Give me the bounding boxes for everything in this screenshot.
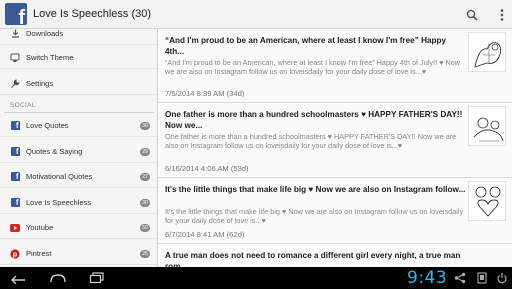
navigation-drawer: Downloads Switch Theme Settings SOCIAL f…: [0, 29, 158, 267]
post-item[interactable]: It's the little things that make life bi…: [158, 178, 512, 244]
home-icon[interactable]: [49, 271, 67, 289]
back-icon[interactable]: [10, 271, 26, 289]
facebook-icon: f: [10, 172, 20, 182]
post-item[interactable]: A true man does not need to romance a di…: [158, 244, 512, 267]
recent-apps-icon[interactable]: [89, 271, 105, 289]
search-icon[interactable]: [466, 9, 478, 21]
section-divider: [4, 112, 154, 113]
power-icon: [496, 271, 508, 289]
post-title: A true man does not need to romance a di…: [165, 251, 461, 267]
post-item[interactable]: One father is more than a hundred school…: [158, 103, 512, 178]
drawer-item-motivational-quotes[interactable]: f Motivational Quotes 27: [0, 166, 157, 188]
status-clock: 9:43: [407, 268, 448, 288]
logo-letter: f: [18, 7, 25, 25]
app-screen: f Love Is Speechless (30) Downloads Swit…: [0, 0, 512, 289]
count-badge: 30: [140, 122, 150, 130]
download-icon: [10, 29, 20, 39]
drawer-item-pintrest[interactable]: p Pintrest 25: [0, 243, 157, 265]
post-date: 6/7/2014 8:41 AM (62d): [165, 230, 245, 239]
drawer-item-love-is-speechless[interactable]: f Love Is Speechless 30: [0, 192, 157, 214]
drawer-item-quotes-saying[interactable]: f Quotes & Saying 29: [0, 141, 157, 163]
drawer-item-settings[interactable]: Settings: [0, 73, 157, 95]
post-item[interactable]: “And I'm proud to be an American, where …: [158, 29, 512, 103]
post-date: 7/5/2014 8:39 AM (34d): [165, 89, 245, 98]
drawer-item-love-quotes[interactable]: f Love Quotes 30: [0, 115, 157, 137]
drawer-item-label: Love Quotes: [26, 121, 69, 130]
facebook-icon: f: [10, 121, 20, 131]
app-title: Love Is Speechless (30): [33, 8, 152, 20]
youtube-icon: [10, 223, 20, 233]
count-badge: 50: [140, 224, 150, 232]
pinterest-icon: p: [10, 248, 20, 259]
facebook-icon: f: [10, 147, 20, 157]
action-bar: f Love Is Speechless (30): [0, 0, 512, 29]
facebook-logo-icon[interactable]: f: [5, 3, 27, 25]
drawer-item-label: Switch Theme: [26, 53, 74, 62]
drawer-item-label: Love Is Speechless: [26, 198, 92, 207]
post-title: “And I'm proud to be an American, where …: [165, 36, 447, 56]
posts-list: “And I'm proud to be an American, where …: [158, 29, 512, 267]
post-thumbnail-image[interactable]: [468, 32, 506, 72]
drawer-item-label: Quotes & Saying: [26, 147, 83, 156]
drawer-item-label: Pintrest: [26, 249, 52, 258]
post-title: One father is more than a hundred school…: [165, 110, 463, 130]
drawer-item-youtube[interactable]: Youtube 50: [0, 217, 157, 239]
count-badge: 25: [140, 250, 150, 258]
post-title: It's the little things that make life bi…: [165, 185, 466, 194]
drawer-item-switch-theme[interactable]: Switch Theme: [0, 47, 157, 69]
drawer-item-label: Youtube: [26, 223, 54, 232]
post-body: One father is more than a hundred school…: [165, 132, 457, 151]
share-icon: [454, 271, 466, 289]
drawer-item-downloads[interactable]: Downloads: [0, 29, 157, 45]
post-date: 6/16/2014 4:06 AM (53d): [165, 164, 249, 173]
post-thumbnail-image[interactable]: [468, 106, 506, 146]
svg-text:p: p: [13, 251, 17, 258]
screen-rotation-icon: [476, 271, 488, 289]
post-body: “And I'm proud to be an American, where …: [165, 58, 461, 77]
theme-icon: [10, 53, 20, 63]
drawer-item-label: Downloads: [26, 29, 64, 38]
wrench-icon: [10, 78, 20, 89]
social-section-header: SOCIAL: [10, 102, 36, 109]
post-thumbnail-image[interactable]: [468, 181, 506, 221]
drawer-item-label: Settings: [26, 79, 54, 88]
count-badge: 27: [140, 173, 150, 181]
system-navigation-bar: 9:43: [0, 267, 512, 289]
facebook-icon: f: [10, 198, 20, 208]
overflow-menu-icon[interactable]: [500, 8, 504, 21]
post-body: It's the little things that make life bi…: [165, 207, 464, 226]
count-badge: 29: [140, 148, 150, 156]
drawer-item-label: Motivational Quotes: [26, 172, 93, 181]
count-badge: 30: [140, 199, 150, 207]
action-bar-icons: [466, 0, 504, 29]
